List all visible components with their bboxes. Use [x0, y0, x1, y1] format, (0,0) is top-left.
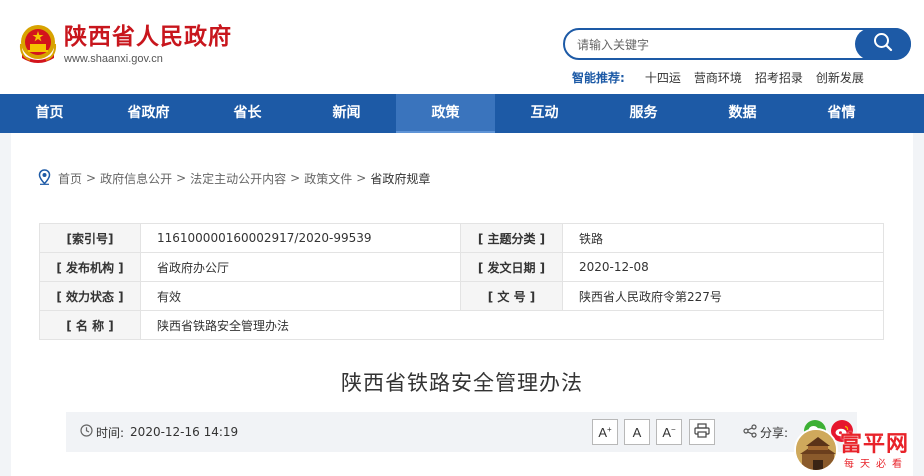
smart-recommend-label: 智能推荐: — [572, 70, 625, 85]
table-row: [索引号] 116100000160002917/2020-99539 [ 主题… — [39, 223, 884, 253]
nav-item-governor[interactable]: 省长 — [198, 94, 297, 133]
printer-icon — [694, 423, 710, 441]
index-no-value: 116100000160002917/2020-99539 — [140, 223, 461, 253]
search-box — [563, 28, 911, 60]
main-nav: 首页 省政府 省长 新闻 政策 互动 服务 数据 省情 — [0, 94, 924, 133]
table-row: [ 发布机构 ] 省政府办公厅 [ 发文日期 ] 2020-12-08 — [39, 252, 884, 282]
validity-status-label: [ 效力状态 ] — [39, 281, 141, 311]
search-input[interactable] — [577, 35, 847, 55]
table-row: [ 效力状态 ] 有效 [ 文 号 ] 陕西省人民政府令第227号 — [39, 281, 884, 311]
search-icon — [873, 32, 893, 56]
watermark-subtitle: 每天必看 — [844, 459, 908, 470]
publish-time-value: 2020-12-16 14:19 — [130, 425, 239, 439]
content-panel: 首页 > 政府信息公开 > 法定主动公开内容 > 政策文件 > 省政府规章 [索… — [11, 133, 913, 476]
font-size-increase-button[interactable]: A + — [592, 419, 618, 445]
nav-item-province-info[interactable]: 省情 — [792, 94, 891, 133]
issue-date-label: [ 发文日期 ] — [460, 252, 563, 282]
site-logo[interactable]: 陕西省人民政府 www.shaanxi.gov.cn — [18, 24, 232, 66]
print-button[interactable] — [689, 419, 715, 445]
font-size-decrease-button[interactable]: A − — [656, 419, 682, 445]
national-emblem-icon — [18, 24, 58, 66]
watermark-title: 富平网 — [840, 431, 910, 457]
breadcrumb-separator: > — [176, 171, 187, 185]
breadcrumb-separator: > — [356, 171, 367, 185]
issue-date-value: 2020-12-08 — [562, 252, 884, 282]
plus-icon: + — [607, 424, 612, 434]
site-url: www.shaanxi.gov.cn — [64, 53, 163, 65]
document-name-label: [ 名 称 ] — [39, 310, 141, 340]
nav-item-provincial-government[interactable]: 省政府 — [99, 94, 198, 133]
table-row: [ 名 称 ] 陕西省铁路安全管理办法 — [39, 310, 884, 340]
publish-time: 时间: 2020-12-16 14:19 — [80, 424, 238, 440]
document-info-table: [索引号] 116100000160002917/2020-99539 [ 主题… — [39, 223, 884, 340]
index-no-label: [索引号] — [39, 223, 141, 253]
minus-icon: − — [671, 424, 676, 434]
issuer-label: [ 发布机构 ] — [39, 252, 141, 282]
publish-time-label: 时间: — [96, 425, 125, 440]
search-button[interactable] — [855, 28, 911, 60]
nav-item-policy[interactable]: 政策 — [396, 94, 495, 133]
smart-recommend: 智能推荐: 十四运 营商环境 招考招录 创新发展 — [572, 69, 877, 85]
smart-link-innovation[interactable]: 创新发展 — [816, 69, 864, 86]
page: 陕西省人民政府 www.shaanxi.gov.cn 智能推荐: 十四运 营商环… — [0, 0, 924, 476]
watermark: 富平网 每天必看 — [790, 422, 924, 476]
clock-icon — [80, 424, 93, 440]
breadcrumb-policy-documents[interactable]: 政策文件 — [304, 170, 352, 187]
article-toolbar: 时间: 2020-12-16 14:19 A + A A − 分享: — [66, 412, 857, 452]
breadcrumb: 首页 > 政府信息公开 > 法定主动公开内容 > 政策文件 > 省政府规章 — [38, 168, 430, 188]
breadcrumb-home[interactable]: 首页 — [58, 170, 82, 187]
breadcrumb-statutory-disclosure[interactable]: 法定主动公开内容 — [190, 170, 286, 187]
issuer-value: 省政府办公厅 — [140, 252, 461, 282]
validity-status-value: 有效 — [140, 281, 461, 311]
breadcrumb-separator: > — [290, 171, 301, 185]
nav-item-home[interactable]: 首页 — [0, 94, 99, 133]
breadcrumb-gov-info-disclosure[interactable]: 政府信息公开 — [100, 170, 172, 187]
nav-item-services[interactable]: 服务 — [594, 94, 693, 133]
article-title: 陕西省铁路安全管理办法 — [341, 371, 583, 395]
document-number-label: [ 文 号 ] — [460, 281, 563, 311]
smart-link-recruitment[interactable]: 招考招录 — [755, 69, 803, 86]
smart-link-business-environment[interactable]: 营商环境 — [694, 69, 742, 86]
document-number-value: 陕西省人民政府令第227号 — [562, 281, 884, 311]
site-title: 陕西省人民政府 — [64, 23, 232, 50]
font-size-decrease-label: A — [662, 424, 671, 440]
share-label: 分享: — [760, 425, 789, 440]
nav-item-data[interactable]: 数据 — [693, 94, 792, 133]
nav-item-news[interactable]: 新闻 — [297, 94, 396, 133]
header: 陕西省人民政府 www.shaanxi.gov.cn 智能推荐: 十四运 营商环… — [0, 0, 924, 94]
nav-item-interaction[interactable]: 互动 — [495, 94, 594, 133]
font-size-default-button[interactable]: A — [624, 419, 650, 445]
watermark-gate-icon — [794, 428, 838, 472]
font-size-default-label: A — [632, 424, 642, 440]
breadcrumb-provincial-regulations[interactable]: 省政府规章 — [370, 170, 430, 187]
breadcrumb-separator: > — [86, 171, 97, 185]
font-size-increase-label: A — [598, 424, 607, 440]
smart-link-shisiyun[interactable]: 十四运 — [645, 69, 681, 86]
document-name-value: 陕西省铁路安全管理办法 — [140, 310, 884, 340]
topic-label: [ 主题分类 ] — [460, 223, 563, 253]
location-pin-icon — [38, 168, 51, 188]
topic-value: 铁路 — [562, 223, 884, 253]
share-area: 分享: — [743, 423, 789, 441]
share-icon — [743, 423, 757, 441]
